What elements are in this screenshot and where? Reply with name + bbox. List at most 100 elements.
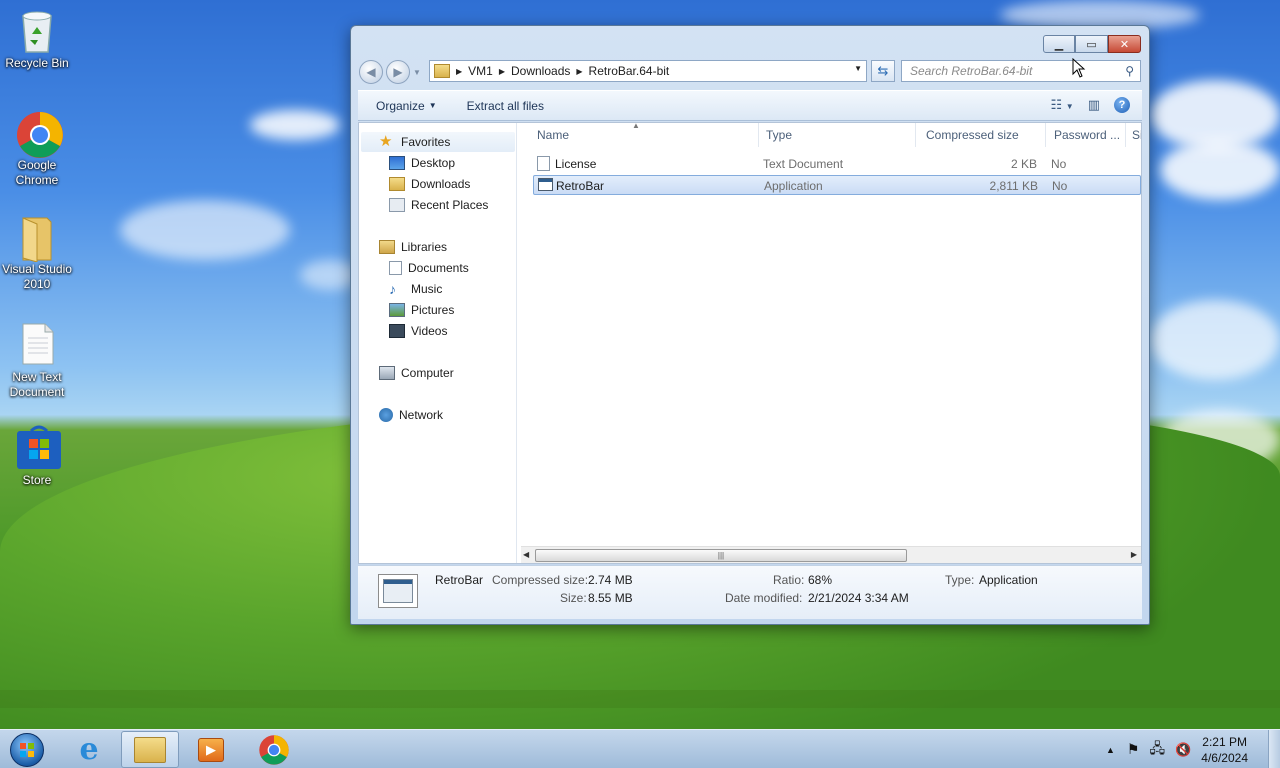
- nav-network[interactable]: Network: [379, 408, 443, 422]
- address-row: ◀ ▶ ▼ ▶ VM1 ▶ Downloads ▶ RetroBar.64-bi…: [359, 59, 1141, 85]
- nav-label: Desktop: [411, 156, 456, 170]
- search-placeholder: Search RetroBar.64-bit: [910, 64, 1033, 78]
- file-password: No: [1052, 179, 1068, 193]
- nav-recent-places[interactable]: Recent Places: [389, 198, 488, 212]
- nav-downloads[interactable]: Downloads: [389, 177, 470, 191]
- desktop-icon-store[interactable]: Store: [0, 425, 74, 488]
- horizontal-scrollbar[interactable]: ◀ ||| ▶: [521, 546, 1141, 563]
- application-icon: [538, 178, 553, 191]
- column-header-compressed-size[interactable]: Compressed size: [916, 123, 1046, 147]
- store-icon: [15, 425, 61, 469]
- help-icon[interactable]: ?: [1114, 97, 1130, 113]
- media-player-icon: ▶: [198, 737, 224, 762]
- nav-libraries[interactable]: Libraries: [379, 240, 447, 254]
- column-label: Password ...: [1054, 128, 1121, 142]
- details-file-name: RetroBar: [435, 573, 484, 587]
- desktop-icon-visual-studio-2010[interactable]: Visual Studio 2010: [0, 214, 74, 292]
- desktop-icon-label: Google Chrome: [15, 158, 59, 187]
- nav-favorites[interactable]: ★ Favorites: [379, 134, 450, 149]
- refresh-button[interactable]: ⇆: [871, 60, 895, 82]
- forward-button[interactable]: ▶: [386, 60, 410, 84]
- breadcrumb-separator[interactable]: ▶: [576, 67, 582, 76]
- column-label: Si: [1132, 128, 1141, 142]
- clock[interactable]: 2:21 PM 4/6/2024: [1201, 734, 1248, 766]
- file-name: License: [555, 157, 597, 171]
- internet-explorer-icon: e: [79, 731, 99, 767]
- organize-button[interactable]: Organize ▼: [376, 99, 437, 113]
- taskbar-file-explorer[interactable]: [121, 731, 179, 768]
- show-hidden-icons-icon[interactable]: ▲: [1106, 745, 1115, 755]
- search-input[interactable]: Search RetroBar.64-bit ⚲: [901, 60, 1141, 82]
- desktop-icon: [389, 156, 405, 170]
- nav-music[interactable]: ♪ Music: [389, 282, 442, 296]
- breadcrumb-vm1[interactable]: VM1: [468, 64, 493, 78]
- start-button[interactable]: [5, 731, 49, 768]
- action-center-flag-icon[interactable]: ⚑: [1127, 741, 1140, 758]
- column-label: Compressed size: [926, 128, 1019, 142]
- minimize-button[interactable]: ▁: [1043, 35, 1075, 53]
- nav-label: Pictures: [411, 303, 455, 317]
- nav-label: Videos: [411, 324, 448, 338]
- show-desktop-button[interactable]: [1268, 730, 1280, 768]
- view-options-icon[interactable]: ☷ ▼: [1051, 97, 1074, 113]
- desktop-icon-recycle-bin[interactable]: Recycle Bin: [0, 8, 74, 71]
- taskbar-chrome[interactable]: [245, 731, 303, 768]
- desktop-icon-google-chrome[interactable]: Google Chrome: [0, 110, 74, 188]
- address-bar[interactable]: ▶ VM1 ▶ Downloads ▶ RetroBar.64-bit ▼: [429, 60, 867, 82]
- command-bar: Organize ▼ Extract all files ☷ ▼ ▥ ?: [358, 90, 1142, 121]
- details-size-value: 8.55 MB: [588, 591, 633, 605]
- taskbar: e ▶ ▲ ⚑ 🖧 🔇 2:21 PM 4/6/2024: [0, 729, 1280, 768]
- file-row-license[interactable]: License Text Document 2 KB No: [533, 154, 1141, 174]
- network-status-icon[interactable]: 🖧: [1149, 738, 1165, 762]
- file-type: Text Document: [763, 157, 844, 171]
- breadcrumb-retrobar[interactable]: RetroBar.64-bit: [589, 64, 670, 78]
- nav-label: Downloads: [411, 177, 471, 191]
- breadcrumb-separator[interactable]: ▶: [499, 67, 505, 76]
- desktop-icon-label: New Text Document: [9, 370, 65, 399]
- desktop-icon-new-text-document[interactable]: New Text Document: [0, 322, 74, 400]
- details-pane: RetroBar Compressed size: 2.74 MB Size: …: [358, 565, 1142, 619]
- maximize-button[interactable]: ▭: [1075, 35, 1108, 53]
- nav-desktop[interactable]: Desktop: [389, 156, 455, 170]
- taskbar-media-player[interactable]: ▶: [182, 731, 240, 768]
- nav-computer[interactable]: Computer: [379, 366, 454, 380]
- file-row-retrobar[interactable]: RetroBar Application 2,811 KB No: [533, 175, 1141, 195]
- sort-ascending-icon: ▲: [632, 121, 640, 130]
- scroll-right-arrow[interactable]: ▶: [1131, 550, 1137, 559]
- organize-label: Organize: [376, 98, 425, 113]
- scrollbar-thumb[interactable]: |||: [535, 549, 907, 562]
- nav-documents[interactable]: Documents: [389, 261, 469, 275]
- extract-all-files-button[interactable]: Extract all files: [467, 99, 544, 113]
- scroll-left-arrow[interactable]: ◀: [523, 550, 529, 559]
- search-icon[interactable]: ⚲: [1125, 64, 1134, 78]
- nav-pictures[interactable]: Pictures: [389, 303, 454, 317]
- breadcrumb-separator[interactable]: ▶: [456, 67, 462, 76]
- file-explorer-icon: [134, 736, 166, 763]
- folder-icon: [434, 64, 450, 78]
- chrome-icon: [15, 110, 63, 158]
- desktop-icon-label: Store: [22, 473, 52, 487]
- recycle-bin-icon: [15, 8, 59, 53]
- details-type-label: Type:: [945, 573, 975, 587]
- volume-muted-icon[interactable]: 🔇: [1175, 742, 1191, 758]
- chrome-icon: [259, 734, 289, 765]
- taskbar-internet-explorer[interactable]: e: [60, 731, 118, 768]
- nav-videos[interactable]: Videos: [389, 324, 447, 338]
- system-tray: ▲ ⚑ 🖧 🔇 2:21 PM 4/6/2024: [1106, 730, 1280, 768]
- column-header-password[interactable]: Password ...: [1044, 123, 1126, 147]
- preview-pane-icon[interactable]: ▥: [1088, 97, 1100, 113]
- recent-pages-dropdown[interactable]: ▼: [413, 68, 423, 77]
- address-dropdown-icon[interactable]: ▼: [854, 64, 862, 73]
- mouse-cursor: [1072, 57, 1086, 81]
- column-header-name[interactable]: Name ▲: [527, 121, 759, 147]
- text-file-icon: [15, 322, 59, 366]
- network-icon: [379, 408, 393, 422]
- back-button[interactable]: ◀: [359, 60, 383, 84]
- breadcrumb-downloads[interactable]: Downloads: [511, 64, 570, 78]
- details-type-value: Application: [979, 573, 1038, 587]
- details-date-value: 2/21/2024 3:34 AM: [808, 591, 909, 605]
- close-button[interactable]: ✕: [1108, 35, 1141, 53]
- column-header-size[interactable]: Si: [1124, 123, 1141, 147]
- nav-label: Network: [399, 408, 444, 422]
- column-header-type[interactable]: Type: [756, 123, 916, 147]
